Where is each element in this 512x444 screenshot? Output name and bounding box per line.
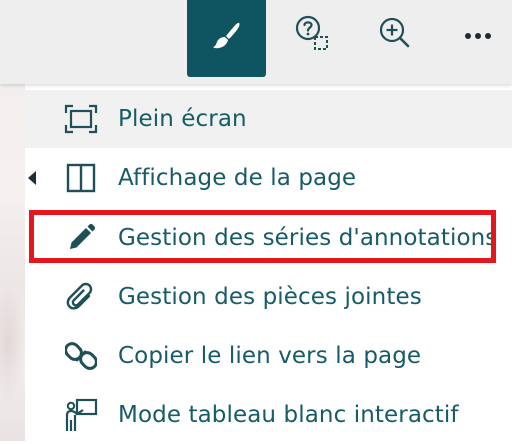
fullscreen-icon [63,101,99,137]
menu-item-attachments[interactable]: Gestion des pièces jointes [25,268,512,326]
menu-item-whiteboard-mode[interactable]: Mode tableau blanc interactif [25,386,512,444]
menu-item-label: Affichage de la page [118,165,357,191]
link-icon [63,338,99,374]
ellipsis-icon [463,26,493,45]
pencil-icon [63,220,99,256]
paint-brush-icon [210,20,244,58]
paperclip-icon [63,279,99,315]
menu-item-label: Mode tableau blanc interactif [118,402,459,428]
caret-left-icon [25,169,39,187]
menu-item-label: Copier le lien vers la page [118,343,422,369]
menu-item-annotation-series[interactable]: Gestion des séries d'annotations [25,209,512,267]
menu-item-fullscreen[interactable]: Plein écran [25,90,512,148]
zoom-in-icon [375,13,415,57]
menu-item-page-layout[interactable]: Affichage de la page [25,149,512,207]
paint-brush-button[interactable] [187,0,266,77]
page-layout-icon [63,160,99,196]
top-toolbar [0,0,512,84]
help-selection-icon [293,13,333,57]
menu-item-label: Plein écran [118,106,247,132]
background-document-strip [0,84,25,441]
menu-item-label: Gestion des séries d'annotations [118,225,498,251]
more-options-button[interactable] [455,12,501,58]
whiteboard-presenter-icon [63,397,99,433]
help-selection-button[interactable] [290,12,336,58]
menu-item-copy-link[interactable]: Copier le lien vers la page [25,327,512,385]
zoom-in-button[interactable] [372,12,418,58]
menu-item-label: Gestion des pièces jointes [118,284,422,310]
more-options-menu: Plein écran Affichage de la page Gestion… [25,84,512,441]
